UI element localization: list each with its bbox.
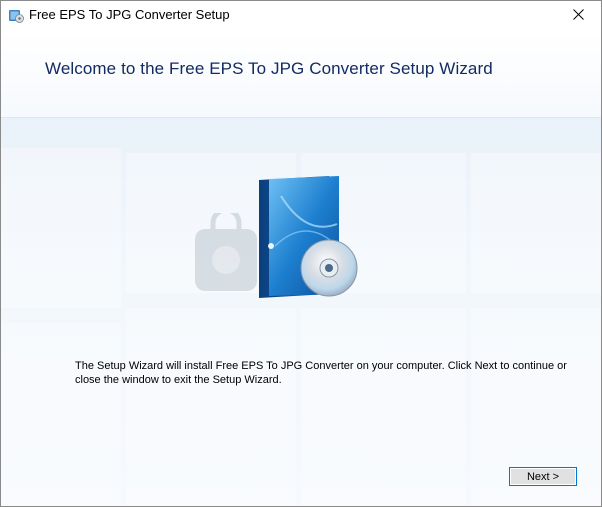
- wizard-content: The Setup Wizard will install Free EPS T…: [1, 118, 601, 506]
- watermark-logo: [191, 207, 411, 303]
- background-tile: [471, 153, 601, 293]
- setup-app-icon: [8, 7, 24, 23]
- background-tile: [301, 308, 466, 506]
- window-title: Free EPS To JPG Converter Setup: [29, 7, 230, 22]
- setup-window: Free EPS To JPG Converter Setup Welcome …: [0, 0, 602, 507]
- background-tile: [1, 323, 121, 506]
- wizard-header: Welcome to the Free EPS To JPG Converter…: [1, 31, 601, 118]
- close-icon: [572, 7, 584, 25]
- background-tile: [1, 148, 121, 308]
- setup-description: The Setup Wizard will install Free EPS T…: [75, 360, 567, 386]
- title-bar[interactable]: Free EPS To JPG Converter Setup: [1, 1, 601, 31]
- welcome-title: Welcome to the Free EPS To JPG Converter…: [45, 59, 493, 78]
- close-button[interactable]: [555, 1, 601, 31]
- next-button[interactable]: Next >: [509, 467, 577, 486]
- background-tile: [126, 308, 296, 506]
